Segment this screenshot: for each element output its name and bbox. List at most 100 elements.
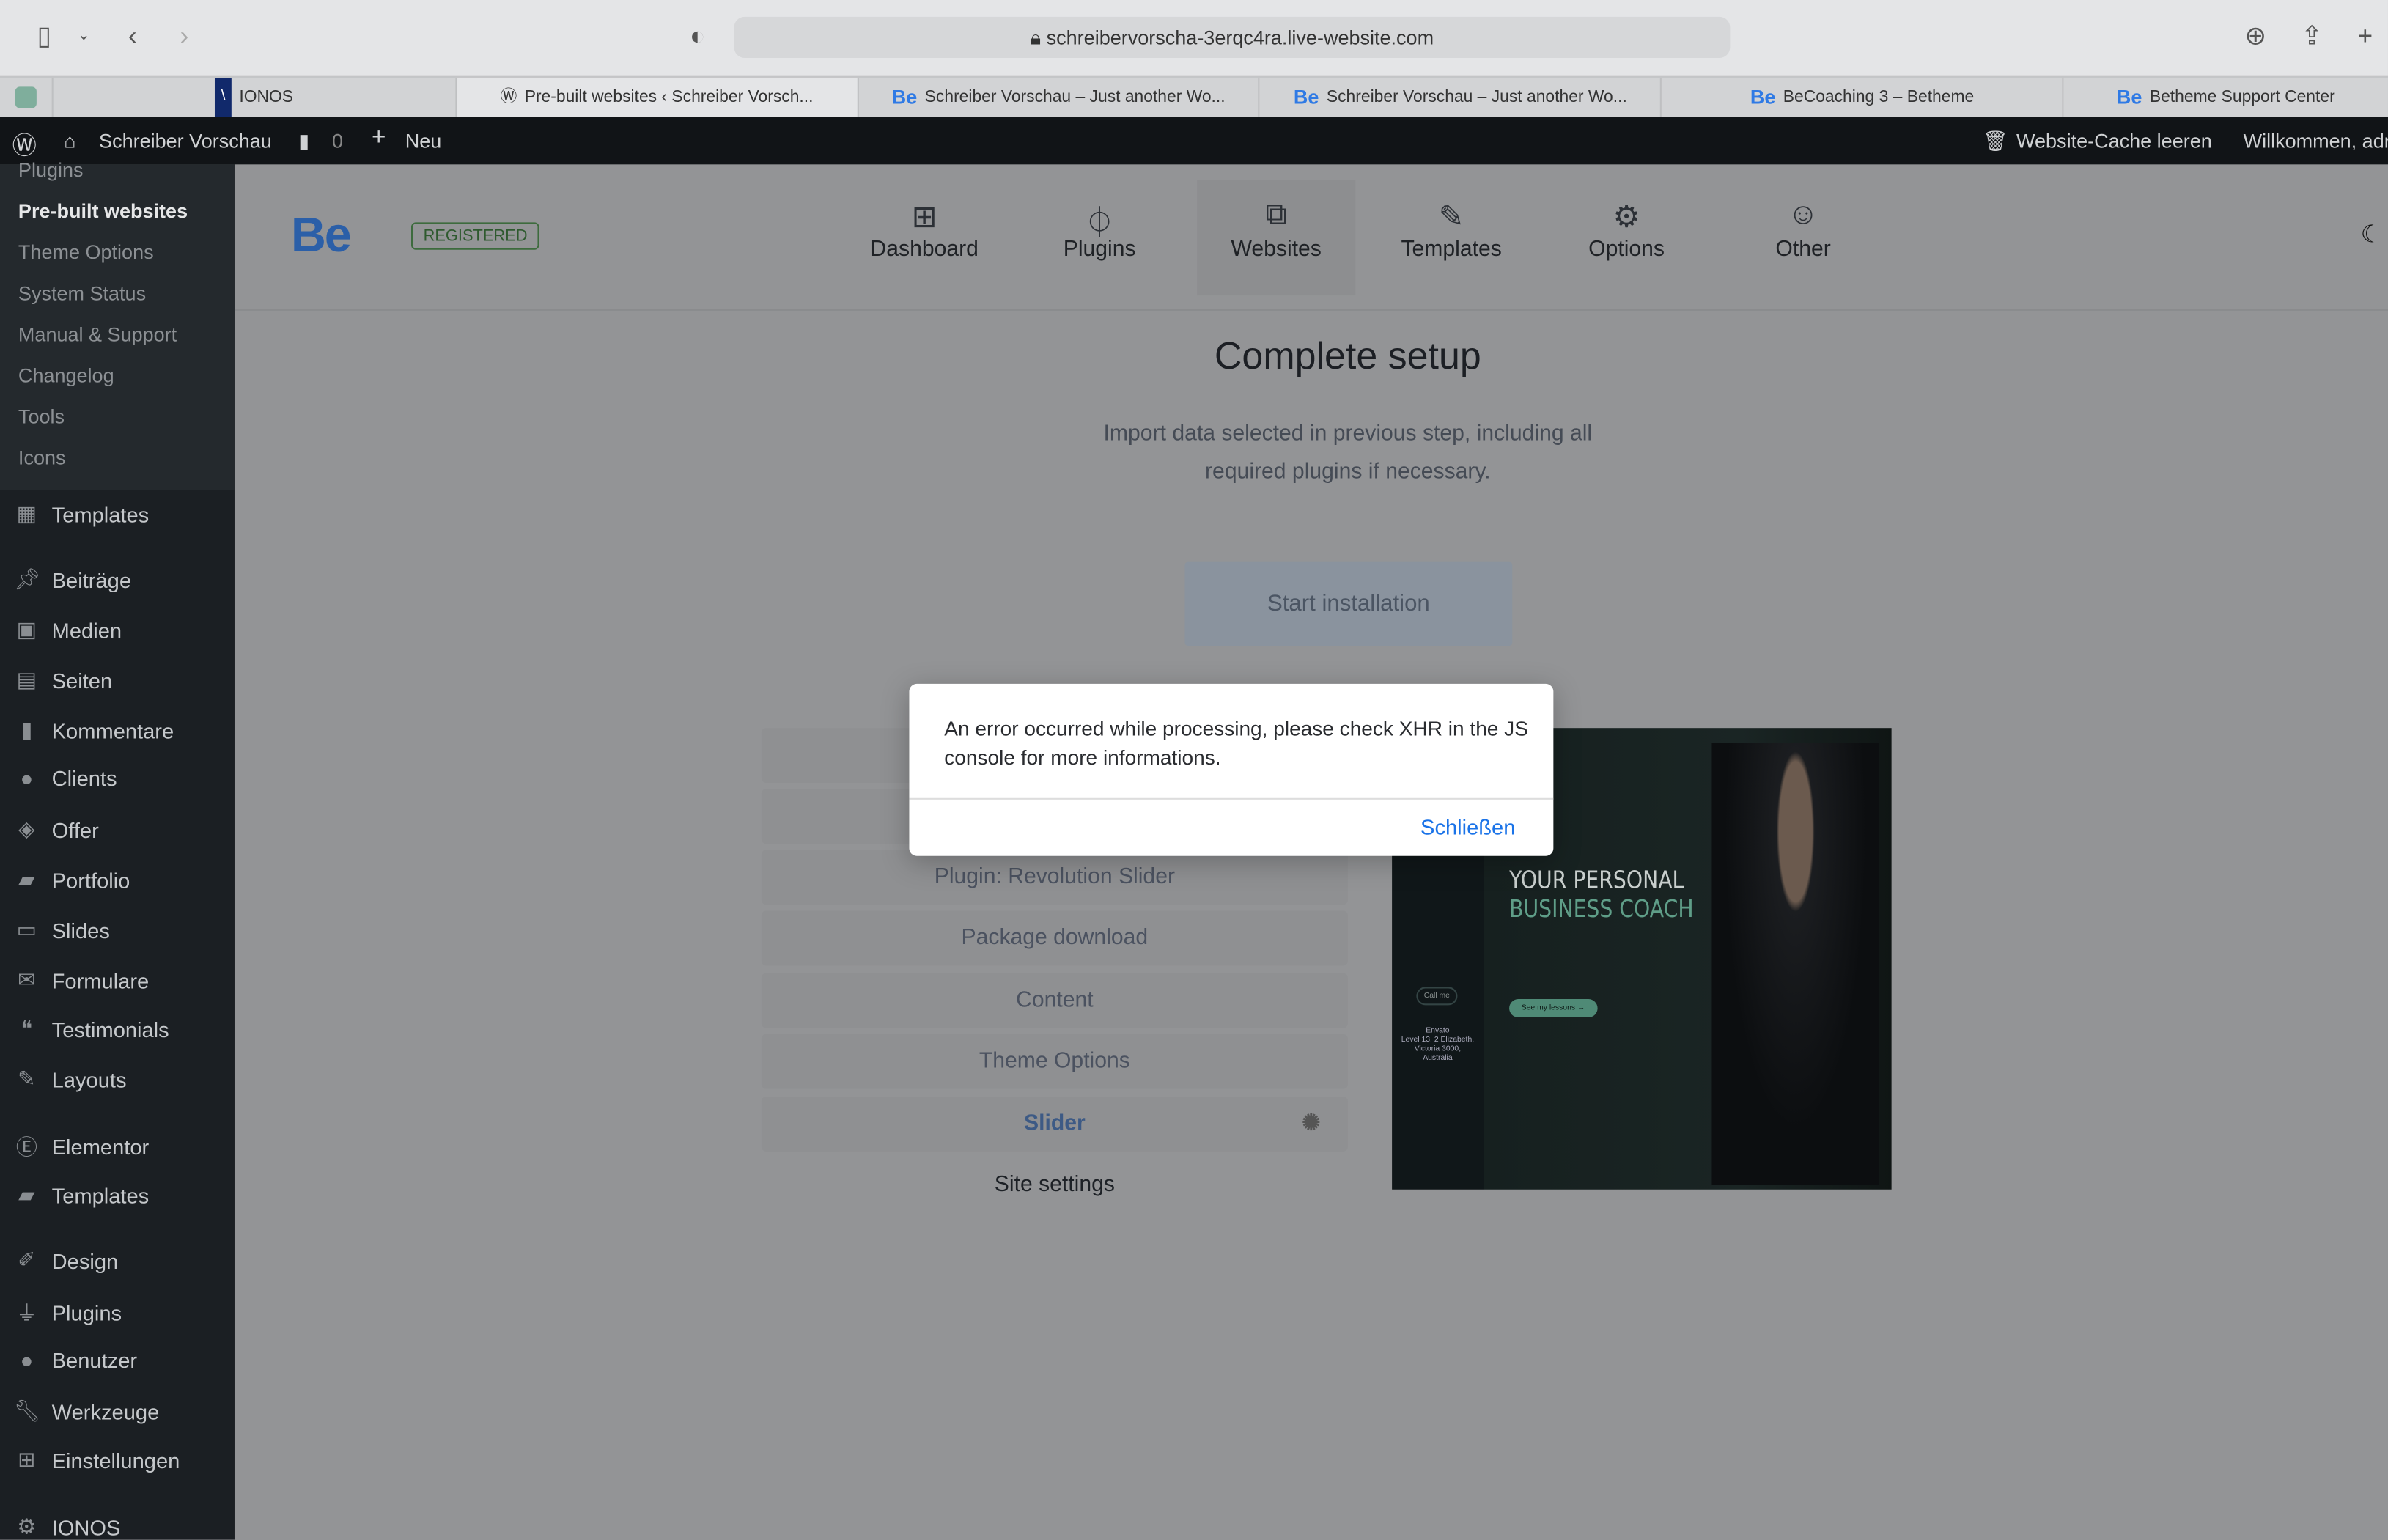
page-subtitle: Import data selected in previous step, i… xyxy=(235,416,2388,492)
nav-options[interactable]: ⚙ Options xyxy=(1547,180,1706,295)
menu-layouts[interactable]: ✎ Layouts xyxy=(14,1066,127,1091)
home-icon: ⌂ xyxy=(64,129,76,152)
account-link[interactable]: Willkommen, adr xyxy=(2244,130,2388,152)
step-row: Plugin: Revolution Slider xyxy=(761,850,1348,905)
tab-becoaching[interactable]: Be BeCoaching 3 – Betheme xyxy=(1660,77,2062,117)
menu-beitraege[interactable]: 📌︎ Beiträge xyxy=(14,567,131,592)
step-row-active: Slider ✺ xyxy=(761,1097,1348,1152)
tab-ionos[interactable]: \ IONOS xyxy=(51,77,455,117)
new-tab-icon[interactable]: + xyxy=(2348,21,2382,52)
menu-elementor[interactable]: Ⓔ Elementor xyxy=(14,1132,150,1163)
betheme-submenu: Plugins Pre-built websites Theme Options… xyxy=(0,158,235,491)
menu-templates[interactable]: ▦ Templates xyxy=(14,501,150,527)
tab-bar: \ IONOS Ⓦ Pre-built websites ‹ Schreiber V… xyxy=(0,75,2388,117)
comment-count[interactable]: 0 xyxy=(332,130,343,152)
tag-icon: ◈ xyxy=(18,816,35,841)
tab-prebuilt-websites[interactable]: Ⓦ Pre-built websites ‹ Schreiber Vorsch..… xyxy=(454,77,858,117)
error-message: An error occurred while processing, plea… xyxy=(944,717,1528,770)
menu-label: Plugins xyxy=(51,1300,122,1325)
menu-kommentare[interactable]: ▮ Kommentare xyxy=(14,718,174,743)
menu-benutzer[interactable]: ● Benutzer xyxy=(14,1348,138,1372)
preview-address: Envato Level 13, 2 Elizabeth, Victoria 3… xyxy=(1401,1026,1475,1064)
submenu-plugins[interactable]: Plugins xyxy=(18,158,84,181)
chevron-down-icon[interactable]: ⌄ xyxy=(67,27,100,44)
share-icon[interactable]: ⇪ xyxy=(2295,21,2329,52)
menu-elementor-templates[interactable]: ▰ Templates xyxy=(14,1182,150,1207)
wordpress-logo-icon[interactable]: Ⓦ xyxy=(12,125,37,161)
menu-label: Layouts xyxy=(51,1066,127,1091)
preview-cta: See my lessons → xyxy=(1509,999,1597,1017)
menu-seiten[interactable]: ▤ Seiten xyxy=(14,667,113,693)
tab-schreiber-1[interactable]: Be Schreiber Vorschau – Just another Wo..… xyxy=(857,77,1259,117)
betheme-header: Be REGISTERED ⊞ Dashboard ⏀ Plugins ⧉ Websi… xyxy=(234,164,2388,311)
menu-einstellungen[interactable]: ⊞ Einstellungen xyxy=(14,1447,180,1473)
menu-design[interactable]: ✐ Design xyxy=(14,1248,119,1273)
nav-label: Other xyxy=(1775,237,1831,262)
tab-schreiber-2[interactable]: Be Schreiber Vorschau – Just another Wo..… xyxy=(1259,77,1660,117)
nav-dashboard[interactable]: ⊞ Dashboard xyxy=(845,180,1003,295)
tab-support[interactable]: Be Betheme Support Center xyxy=(2062,77,2388,117)
sidebar-toggle-icon[interactable]: ▯ xyxy=(27,21,61,52)
betheme-logo: Be xyxy=(290,207,352,262)
nav-templates[interactable]: ✎ Templates xyxy=(1372,180,1530,295)
tab-label: Pre-built websites ‹ Schreiber Vorsch... xyxy=(524,88,814,107)
shield-icon[interactable]: ◐ xyxy=(681,21,715,52)
menu-label: Elementor xyxy=(51,1134,150,1160)
submenu-theme-options[interactable]: Theme Options xyxy=(18,240,154,263)
submenu-icons[interactable]: Icons xyxy=(18,446,66,469)
menu-medien[interactable]: ▣ Medien xyxy=(14,617,122,643)
menu-label: Templates xyxy=(51,1182,150,1207)
step-row: Theme Options xyxy=(761,1034,1348,1089)
menu-testimonials[interactable]: ❝ Testimonials xyxy=(14,1016,169,1042)
wp-admin-bar: Ⓦ ⌂ Schreiber Vorschau ▮ 0 + Neu 🗑︎ Webs… xyxy=(0,117,2388,165)
user-icon: ● xyxy=(20,766,34,791)
submenu-manual-support[interactable]: Manual & Support xyxy=(18,323,177,345)
tab-label: IONOS xyxy=(239,88,294,107)
menu-clients[interactable]: ● Clients xyxy=(14,766,117,790)
websites-icon: ⧉ xyxy=(1265,198,1288,232)
gear-icon: ⚙ xyxy=(1613,201,1640,235)
page-title: Complete setup xyxy=(1214,335,1481,378)
registered-badge: REGISTERED xyxy=(411,222,540,250)
templates-icon: ✎ xyxy=(1438,201,1464,235)
step-row: Content xyxy=(761,973,1348,1028)
nav-websites[interactable]: ⧉ Websites xyxy=(1197,180,1356,296)
menu-label: Beiträge xyxy=(51,567,132,592)
wordpress-icon: Ⓦ xyxy=(500,88,517,107)
close-button[interactable]: Schließen xyxy=(1420,815,1515,839)
download-icon[interactable]: ⊕ xyxy=(2238,21,2272,52)
clear-cache-link[interactable]: Website-Cache leeren xyxy=(2016,130,2212,152)
menu-label: Templates xyxy=(51,501,150,526)
admin-sidebar: Plugins Pre-built websites Theme Options… xyxy=(0,158,235,1540)
step-label: Slider xyxy=(1023,1111,1086,1137)
divider xyxy=(909,797,1554,800)
menu-label: IONOS xyxy=(51,1514,121,1539)
nav-plugins[interactable]: ⏀ Plugins xyxy=(1020,180,1179,295)
menu-offer[interactable]: ◈ Offer xyxy=(14,817,99,842)
menu-portfolio[interactable]: ▰ Portfolio xyxy=(14,866,130,892)
submenu-system-status[interactable]: System Status xyxy=(18,281,146,304)
site-name-link[interactable]: Schreiber Vorschau xyxy=(99,130,272,152)
spinner-icon: ✺ xyxy=(1302,1111,1321,1137)
menu-formulare[interactable]: ✉ Formulare xyxy=(14,967,150,992)
address-bar[interactable]: 🔒︎ schreibervorscha-3erqc4ra.live-websit… xyxy=(734,16,1731,58)
forward-icon[interactable]: › xyxy=(168,21,202,52)
preview-person-image xyxy=(1711,743,1880,1185)
other-icon: ☺ xyxy=(1787,198,1819,232)
nav-other[interactable]: ☺ Other xyxy=(1724,180,1882,295)
start-installation-button[interactable]: Start installation xyxy=(1184,561,1513,646)
betheme-icon: Be xyxy=(1750,85,1776,108)
menu-werkzeuge[interactable]: 🔧︎ Werkzeuge xyxy=(14,1398,160,1423)
menu-plugins[interactable]: ⏚ Plugins xyxy=(14,1297,122,1328)
submenu-changelog[interactable]: Changelog xyxy=(18,364,114,387)
menu-slides[interactable]: ▭ Slides xyxy=(14,917,110,943)
elementor-icon: Ⓔ xyxy=(15,1134,37,1160)
new-link[interactable]: Neu xyxy=(405,130,442,152)
betheme-icon: Be xyxy=(1293,85,1319,108)
back-icon[interactable]: ‹ xyxy=(116,21,150,52)
submenu-tools[interactable]: Tools xyxy=(18,405,65,428)
submenu-prebuilt-websites[interactable]: Pre-built websites xyxy=(18,199,188,222)
dark-mode-icon[interactable]: ☾ xyxy=(2361,219,2383,250)
menu-ionos[interactable]: ⚙ IONOS xyxy=(14,1514,121,1539)
tab-pinned[interactable] xyxy=(0,78,52,117)
